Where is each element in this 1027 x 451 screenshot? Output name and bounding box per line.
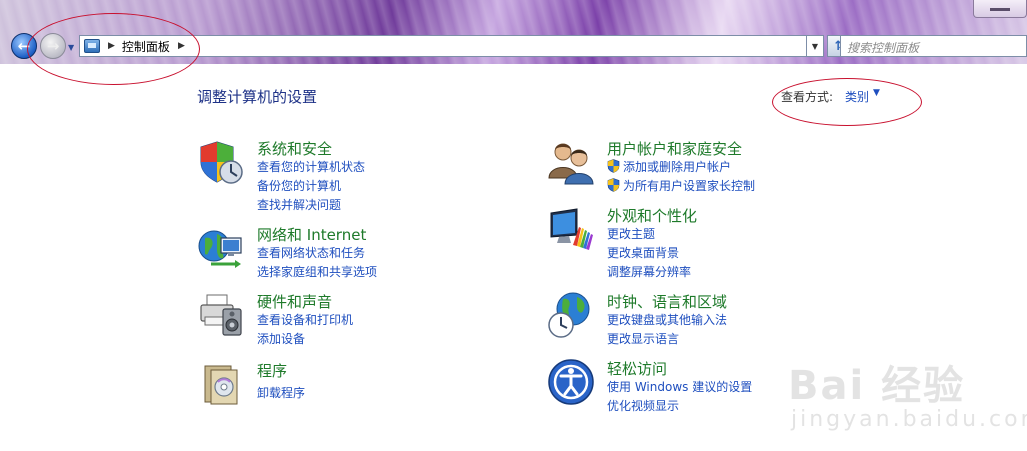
category-programs: 程序 卸载程序 [197,360,497,410]
category-title[interactable]: 时钟、语言和区域 [607,291,727,312]
link-windows-recommended-settings[interactable]: 使用 Windows 建议的设置 [607,378,752,395]
category-title[interactable]: 网络和 Internet [257,224,366,245]
category-system-security: 系统和安全 查看您的计算机状态 备份您的计算机 查找并解决问题 [197,138,497,218]
link-homegroup-sharing[interactable]: 选择家庭组和共享选项 [257,263,377,280]
network-globe-icon [198,230,242,268]
view-by-dropdown[interactable]: 类别 [845,88,869,105]
link-adjust-resolution[interactable]: 调整屏幕分辨率 [607,263,691,280]
link-change-desktop-background[interactable]: 更改桌面背景 [607,244,679,261]
users-icon [548,143,594,185]
link-text: 为所有用户设置家长控制 [623,179,756,193]
page-title: 调整计算机的设置 [197,88,318,106]
link-uninstall-program[interactable]: 卸载程序 [257,384,305,401]
category-title[interactable]: 用户帐户和家庭安全 [607,138,742,159]
category-title[interactable]: 系统和安全 [257,138,332,159]
link-add-remove-users[interactable]: 添加或删除用户帐户 [607,158,731,175]
back-button[interactable]: ← [11,33,37,59]
control-panel-icon [84,39,100,53]
link-troubleshoot[interactable]: 查找并解决问题 [257,196,341,213]
link-optimize-video-display[interactable]: 优化视频显示 [607,397,679,414]
category-ease-of-access: 轻松访问 使用 Windows 建议的设置 优化视频显示 [547,358,847,418]
link-change-theme[interactable]: 更改主题 [607,225,655,242]
back-arrow-icon: ← [17,37,31,55]
category-title[interactable]: 程序 [257,360,287,381]
shield-icon [200,141,243,184]
category-title[interactable]: 轻松访问 [607,358,667,379]
uac-shield-icon [607,178,620,192]
category-clock-language-region: 时钟、语言和区域 更改键盘或其他输入法 更改显示语言 [547,291,847,351]
clock-globe-icon [548,292,590,338]
chevron-right-icon[interactable]: ▶ [108,41,115,51]
link-change-keyboard-input[interactable]: 更改键盘或其他输入法 [607,311,727,328]
chevron-down-icon[interactable]: ▼ [873,88,880,98]
address-bar[interactable]: ▶ 控制面板 ▶ [79,35,807,57]
search-placeholder: 搜索控制面板 [847,41,920,55]
uac-shield-icon [607,159,620,173]
link-change-display-language[interactable]: 更改显示语言 [607,330,679,347]
printer-icon [200,294,242,336]
window-control-buttons[interactable] [973,0,1027,18]
link-parental-controls[interactable]: 为所有用户设置家长控制 [607,177,755,194]
category-network-internet: 网络和 Internet 查看网络状态和任务 选择家庭组和共享选项 [197,224,497,284]
link-backup-computer[interactable]: 备份您的计算机 [257,177,341,194]
category-appearance: 外观和个性化 更改主题 更改桌面背景 调整屏幕分辨率 [547,205,847,285]
category-user-accounts: 用户帐户和家庭安全 添加或删除用户帐户 为所有用户设置家长控制 [547,138,847,198]
programs-icon [204,365,238,405]
breadcrumb-control-panel[interactable]: 控制面板 [122,38,170,55]
recent-pages-dropdown[interactable]: ▼ [68,43,74,52]
link-text: 添加或删除用户帐户 [623,160,732,174]
address-dropdown-button[interactable]: ▼ [807,35,824,57]
search-input[interactable]: 搜索控制面板 [840,35,1027,57]
category-title[interactable]: 外观和个性化 [607,205,697,226]
link-network-status[interactable]: 查看网络状态和任务 [257,244,365,261]
link-devices-printers[interactable]: 查看设备和打印机 [257,311,353,328]
chevron-right-icon[interactable]: ▶ [178,41,185,51]
category-title[interactable]: 硬件和声音 [257,291,332,312]
forward-button[interactable]: → [40,33,66,59]
category-hardware-sound: 硬件和声音 查看设备和打印机 添加设备 [197,291,497,351]
link-add-device[interactable]: 添加设备 [257,330,305,347]
view-by-label: 查看方式: [781,90,834,104]
link-view-computer-status[interactable]: 查看您的计算机状态 [257,158,365,175]
ease-of-access-icon [548,359,594,405]
display-paint-icon [550,208,593,250]
forward-arrow-icon: → [46,37,60,55]
